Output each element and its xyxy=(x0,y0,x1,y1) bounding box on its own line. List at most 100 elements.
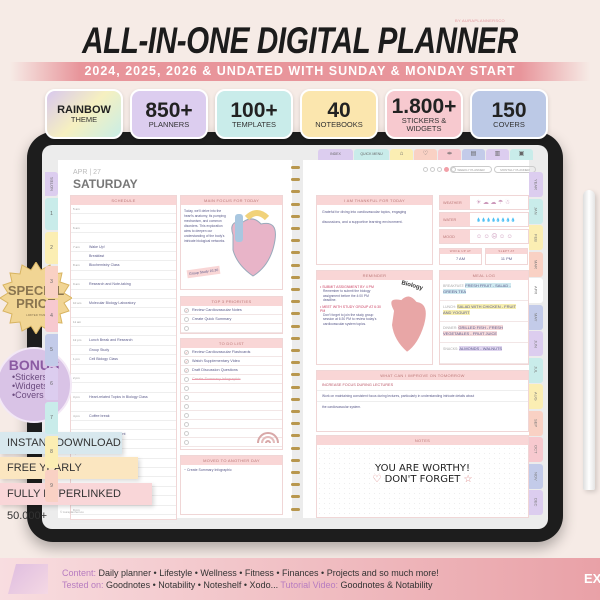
schedule-row[interactable] xyxy=(71,365,176,375)
improve-line[interactable]: INCREASE FOCUS DURING LECTURES xyxy=(317,380,528,391)
month-tab-sep[interactable]: SEP xyxy=(529,410,543,436)
nav-tab-2[interactable]: ⌂ xyxy=(390,149,413,160)
nav-tab-4[interactable]: ⇹ xyxy=(438,149,461,160)
checkbox-icon[interactable] xyxy=(184,421,189,427)
month-tab-nov[interactable]: NOV xyxy=(529,463,543,489)
tracker-mood[interactable]: MOOD ☺☺☹☺☺ xyxy=(439,229,529,244)
left-tab-7[interactable]: 7 xyxy=(45,402,58,434)
checkbox-icon[interactable] xyxy=(184,412,189,418)
nav-tab-3[interactable]: ♡ xyxy=(414,149,437,160)
weather-icons[interactable]: ☀☁☁☂☃ xyxy=(470,199,512,206)
todo-item[interactable] xyxy=(181,411,282,420)
left-tab-8[interactable]: 8 xyxy=(45,436,58,468)
nav-tab-1[interactable]: QUICK MENU xyxy=(354,149,389,160)
slept-box[interactable]: SLEPT AT 11 PM xyxy=(485,248,528,265)
todo-item[interactable] xyxy=(181,393,282,402)
schedule-row[interactable]: 5 am xyxy=(71,205,176,215)
schedule-row[interactable]: 4 pm Coffee break xyxy=(71,412,176,421)
schedule-row[interactable]: 10 am Molecular Biology Laboratory xyxy=(71,299,176,309)
todo-item[interactable]: ✓ Watch Supplementary Video xyxy=(181,357,282,366)
month-tab-mar[interactable]: MAR xyxy=(529,251,543,277)
tracker-weather[interactable]: WEATHER ☀☁☁☂☃ xyxy=(439,195,529,210)
schedule-row[interactable]: 6 am xyxy=(71,224,176,234)
checkbox-icon[interactable] xyxy=(184,430,189,436)
schedule-row[interactable] xyxy=(71,233,176,243)
schedule-row[interactable] xyxy=(71,327,176,337)
month-tab-year[interactable]: YEAR xyxy=(529,172,543,197)
water-icons[interactable]: 💧💧💧💧💧💧💧💧 xyxy=(470,217,516,222)
schedule-row[interactable] xyxy=(71,290,176,299)
thankful-line[interactable]: Grateful for diving into cardiovascular … xyxy=(317,205,432,220)
meal-row[interactable]: SNACKS: ALMONDS - WALNUTS xyxy=(440,343,528,364)
todo-item[interactable]: ✓ Review Cardiovascular Flashcards xyxy=(181,348,282,357)
schedule-row[interactable]: 12 pm Lunch Break and Research xyxy=(71,336,176,346)
left-tab-6[interactable]: 6 xyxy=(45,368,58,400)
schedule-row[interactable]: 1 pm Cell Biology Class xyxy=(71,355,176,365)
schedule-row[interactable] xyxy=(71,271,176,281)
schedule-row[interactable]: Group Study xyxy=(71,346,176,356)
priorities-item[interactable] xyxy=(181,324,282,333)
month-tab-dec[interactable]: DEC xyxy=(529,490,543,515)
month-tab-may[interactable]: MAY xyxy=(529,304,543,330)
nav-tab-0[interactable]: INDEX xyxy=(318,149,353,160)
main-focus-text[interactable]: Today, we'll delve into the heart's anat… xyxy=(184,209,226,244)
mood-icons[interactable]: ☺☺☹☺☺ xyxy=(470,233,514,240)
schedule-row[interactable]: 8 am Biochemistry Class xyxy=(71,261,176,271)
checked-icon[interactable]: ✓ xyxy=(184,307,189,313)
left-tab-2[interactable]: 2 xyxy=(45,232,58,264)
woke-up-box[interactable]: WOKE UP AT 7 AM xyxy=(439,248,482,265)
schedule-row[interactable] xyxy=(71,515,176,525)
schedule-row[interactable] xyxy=(71,421,176,431)
schedule-row[interactable] xyxy=(71,214,176,224)
todo-item[interactable] xyxy=(181,384,282,393)
todo-item[interactable] xyxy=(181,402,282,411)
month-tab-apr[interactable]: APR xyxy=(529,278,543,303)
schedule-row[interactable]: 9 am Research and Note-taking xyxy=(71,280,176,290)
month-tab-feb[interactable]: FEB xyxy=(529,225,543,250)
schedule-row[interactable] xyxy=(71,308,176,318)
priorities-item[interactable]: Create Quick Summary xyxy=(181,315,282,324)
improve-line[interactable]: the cardiovascular system. xyxy=(317,402,528,412)
checkbox-icon[interactable] xyxy=(184,403,189,409)
month-tab-jul[interactable]: JUL xyxy=(529,357,543,383)
checkbox-icon[interactable] xyxy=(184,394,189,400)
checked-icon[interactable]: ✓ xyxy=(184,367,189,373)
schedule-row[interactable]: 3 pm Heart-related Topics in Biology Clas… xyxy=(71,393,176,403)
checked-icon[interactable]: ✓ xyxy=(184,349,189,355)
checkbox-icon[interactable] xyxy=(184,316,189,322)
schedule-row[interactable]: 11 am xyxy=(71,318,176,328)
checked-icon[interactable]: ✓ xyxy=(184,358,189,364)
todo-item[interactable]: Create Summary Infographic xyxy=(181,375,282,384)
month-tab-oct[interactable]: OCT xyxy=(529,437,543,462)
checkbox-icon[interactable] xyxy=(184,385,189,391)
schedule-row[interactable]: 9 pm xyxy=(71,506,176,515)
checkbox-icon[interactable] xyxy=(184,376,189,382)
left-tab-3[interactable]: 3 xyxy=(45,266,58,298)
left-tab-5[interactable]: 5 xyxy=(45,334,58,366)
left-tab-notes[interactable]: NOTES xyxy=(45,172,58,196)
month-tab-jan[interactable]: JAN xyxy=(529,198,543,224)
nav-tab-5[interactable]: ▤ xyxy=(462,149,485,160)
schedule-row[interactable]: 2 pm xyxy=(71,374,176,384)
thankful-line[interactable]: discussions, and a supportive learning e… xyxy=(317,220,432,224)
improve-line[interactable]: Work on maintaining consistent focus dur… xyxy=(317,391,528,402)
month-tab-jun[interactable]: JUN xyxy=(529,331,543,356)
moved-item[interactable]: ~ Create Summary Infographic xyxy=(181,465,282,475)
priorities-item[interactable]: ✓ Review Cardiovascular Notes xyxy=(181,306,282,315)
todo-item[interactable]: ✓ Draft Discussion Questions xyxy=(181,366,282,375)
schedule-row[interactable] xyxy=(71,402,176,412)
meal-row[interactable]: DINNER: GRILLED FISH - FRESH VEGETABLES … xyxy=(440,322,528,343)
meal-row[interactable]: BREAKFAST: FRESH FRUIT - SALAD - GREEN T… xyxy=(440,280,528,301)
left-tab-1[interactable]: 1 xyxy=(45,198,58,230)
checkbox-icon[interactable] xyxy=(184,439,189,445)
checkbox-icon[interactable] xyxy=(184,325,189,331)
notes-section[interactable]: NOTES YOU ARE WORTHY! ♡ DON'T FORGET ☆ xyxy=(316,435,529,518)
tracker-water[interactable]: WATER 💧💧💧💧💧💧💧💧 xyxy=(439,212,529,227)
weekly-planner-link[interactable]: WEEKLY PLANNER xyxy=(450,166,492,173)
left-tab-9[interactable]: 9 xyxy=(45,470,58,502)
left-tab-4[interactable]: 4 xyxy=(45,300,58,332)
nav-tab-7[interactable]: ▣ xyxy=(510,149,533,160)
schedule-row[interactable]: Breakfast xyxy=(71,252,176,262)
nav-tab-6[interactable]: ▥ xyxy=(486,149,509,160)
month-tab-aug[interactable]: AUG xyxy=(529,384,543,409)
